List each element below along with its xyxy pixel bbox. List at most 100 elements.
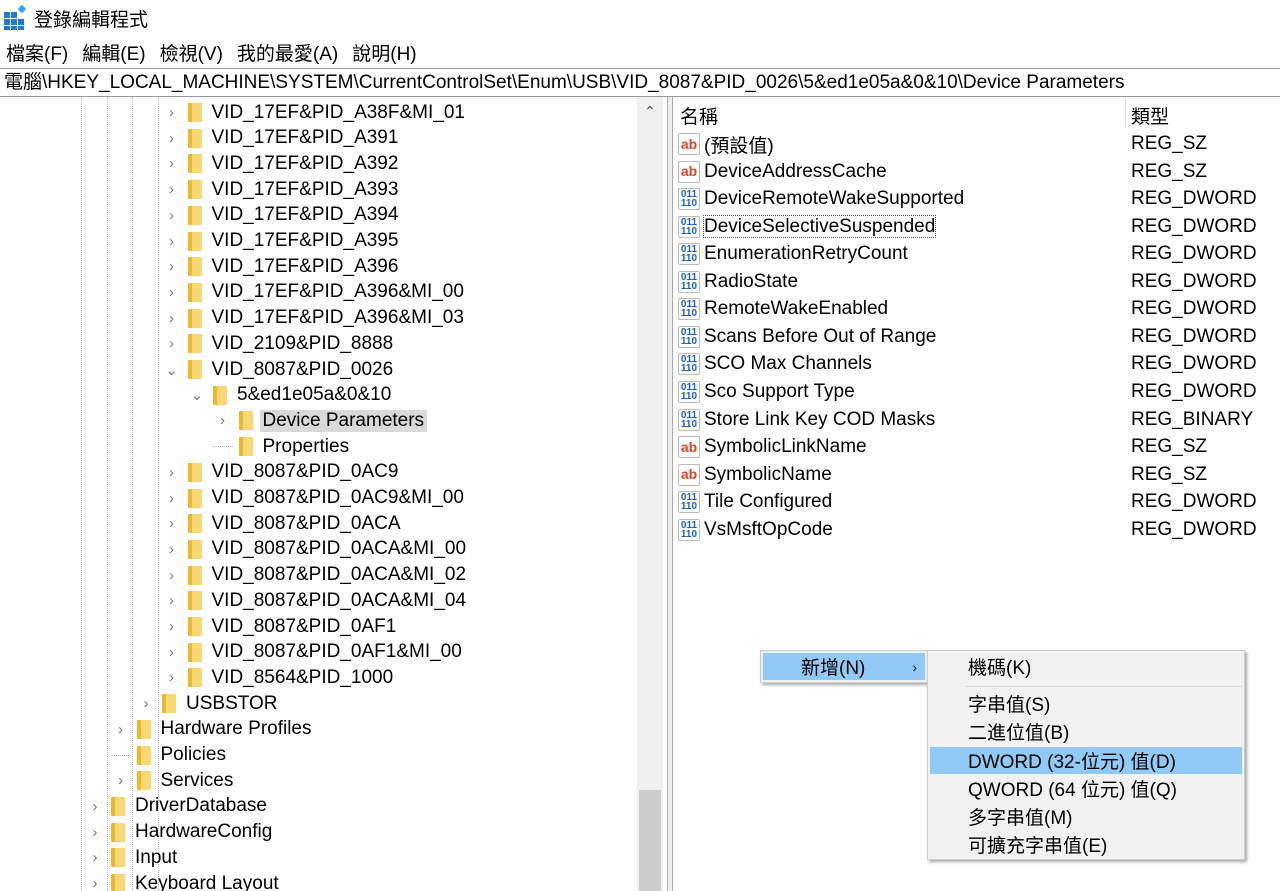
chevron-right-icon[interactable]: › (162, 155, 182, 172)
tree-item[interactable]: › VID_8087&PID_0ACA&MI_04 (162, 588, 466, 613)
tree-item[interactable]: › VID_17EF&PID_A392 (162, 151, 398, 176)
value-row[interactable]: 011 110 Scans Before Out of Range REG_DWORD (678, 324, 1278, 350)
tree-item[interactable]: › VID_8087&PID_0AF1 (162, 614, 396, 639)
tree-item[interactable]: › Device Parameters (213, 408, 428, 433)
chevron-right-icon[interactable]: › (162, 592, 182, 609)
chevron-right-icon[interactable]: › (111, 772, 131, 789)
menu-item-new[interactable]: 新增(N) › (763, 653, 925, 680)
pane-splitter[interactable] (668, 97, 673, 891)
chevron-right-icon[interactable]: › (162, 490, 182, 507)
chevron-right-icon[interactable]: › (162, 464, 182, 481)
chevron-down-icon[interactable]: ⌄ (187, 386, 207, 404)
tree-item[interactable]: › Services (111, 768, 233, 793)
value-row[interactable]: 011 110 EnumerationRetryCount REG_DWORD (678, 241, 1278, 267)
chevron-right-icon[interactable]: › (85, 875, 105, 891)
tree-item[interactable]: › VID_17EF&PID_A393 (162, 177, 398, 202)
value-name: DeviceRemoteWakeSupported (704, 188, 965, 210)
chevron-right-icon[interactable]: › (162, 310, 182, 327)
chevron-right-icon[interactable]: › (136, 695, 156, 712)
chevron-right-icon[interactable]: › (85, 798, 105, 815)
value-row[interactable]: 011 110 DeviceRemoteWakeSupported REG_DWORD (678, 186, 1278, 212)
tree-item[interactable]: ⌄ 5&ed1e05a&0&10 (187, 383, 392, 408)
chevron-right-icon[interactable]: › (162, 258, 182, 275)
submenu-item[interactable]: 字串值(S) (930, 690, 1242, 717)
tree-item[interactable]: Properties (212, 434, 349, 459)
tree-item[interactable]: › VID_8087&PID_0AF1&MI_00 (162, 640, 462, 665)
tree-item[interactable]: › VID_17EF&PID_A395 (162, 229, 398, 254)
folder-icon (136, 771, 151, 791)
value-row[interactable]: ab SymbolicLinkName REG_SZ (678, 434, 1278, 460)
tree-item[interactable]: ⌄ VID_8087&PID_0026 (162, 357, 393, 382)
menu-favorites[interactable]: 我的最愛(A) (237, 39, 338, 66)
submenu-item[interactable]: 二進位值(B) (930, 718, 1242, 745)
value-row[interactable]: 011 110 RadioState REG_DWORD (678, 269, 1278, 295)
address-bar[interactable]: 電腦\HKEY_LOCAL_MACHINE\SYSTEM\CurrentCont… (0, 68, 1280, 97)
tree-item[interactable]: › VID_17EF&PID_A394 (162, 203, 398, 228)
tree-item[interactable]: › USBSTOR (136, 691, 278, 716)
chevron-right-icon[interactable]: › (213, 412, 233, 429)
value-row[interactable]: 011 110 Store Link Key COD Masks REG_BINARY (678, 407, 1278, 433)
scrollbar-thumb[interactable] (639, 790, 661, 891)
tree-item[interactable]: › DriverDatabase (85, 794, 268, 819)
column-header-name[interactable]: 名稱 (680, 101, 718, 129)
tree-scrollbar[interactable]: ⌃ (637, 97, 663, 891)
tree-item[interactable]: › VID_17EF&PID_A396 (162, 254, 398, 279)
value-row[interactable]: ab SymbolicName REG_SZ (678, 462, 1278, 488)
submenu-item[interactable]: QWORD (64 位元) 值(Q) (930, 775, 1242, 802)
tree-item[interactable]: › VID_2109&PID_8888 (162, 331, 393, 356)
tree-item[interactable]: › Input (85, 845, 178, 870)
chevron-right-icon[interactable]: › (162, 104, 182, 121)
value-row[interactable]: 011 110 Tile Configured REG_DWORD (678, 489, 1278, 515)
column-header-type[interactable]: 類型 (1131, 101, 1169, 129)
tree-item[interactable]: › Hardware Profiles (111, 717, 312, 742)
scroll-up-icon[interactable]: ⌃ (637, 103, 663, 120)
tree-item[interactable]: › VID_8087&PID_0ACA&MI_02 (162, 563, 466, 588)
tree-item[interactable]: › VID_8087&PID_0AC9&MI_00 (162, 486, 464, 511)
tree-item[interactable]: › VID_8087&PID_0ACA&MI_00 (162, 537, 466, 562)
menu-edit[interactable]: 編輯(E) (82, 39, 145, 66)
value-row[interactable]: 011 110 Sco Support Type REG_DWORD (678, 379, 1278, 405)
chevron-right-icon[interactable]: › (162, 130, 182, 147)
chevron-right-icon[interactable]: › (85, 824, 105, 841)
tree-item[interactable]: › VID_8087&PID_0ACA (162, 511, 401, 536)
value-row[interactable]: 011 110 VsMsftOpCode REG_DWORD (678, 517, 1278, 543)
submenu-item[interactable]: 多字串值(M) (930, 803, 1242, 830)
tree-item[interactable]: › Keyboard Layout (85, 871, 279, 891)
tree-item[interactable]: › VID_17EF&PID_A391 (162, 126, 398, 151)
tree-item[interactable]: › VID_17EF&PID_A396&MI_03 (162, 306, 464, 331)
folder-icon (111, 822, 125, 842)
chevron-right-icon[interactable]: › (162, 618, 182, 635)
submenu-item[interactable]: 可擴充字串值(E) (930, 831, 1242, 858)
value-row[interactable]: 011 110 DeviceSelectiveSuspended REG_DWORD (678, 214, 1278, 240)
value-row[interactable]: 011 110 RemoteWakeEnabled REG_DWORD (678, 296, 1278, 322)
menu-file[interactable]: 檔案(F) (6, 39, 68, 66)
tree-item[interactable]: Policies (110, 743, 226, 768)
column-divider[interactable] (1125, 99, 1126, 127)
chevron-right-icon[interactable]: › (162, 541, 182, 558)
chevron-right-icon[interactable]: › (111, 721, 131, 738)
chevron-down-icon[interactable]: ⌄ (162, 361, 182, 379)
tree-item[interactable]: › VID_17EF&PID_A396&MI_00 (162, 280, 464, 305)
value-row[interactable]: 011 110 SCO Max Channels REG_DWORD (678, 351, 1278, 377)
tree-item[interactable]: › VID_17EF&PID_A38F&MI_01 (162, 100, 465, 125)
chevron-right-icon[interactable]: › (162, 207, 182, 224)
tree-item[interactable]: › VID_8564&PID_1000 (162, 665, 393, 690)
folder-icon (136, 745, 151, 765)
value-row[interactable]: ab DeviceAddressCache REG_SZ (678, 159, 1278, 185)
menu-help[interactable]: 說明(H) (352, 39, 416, 66)
submenu-item[interactable]: 機碼(K) (930, 653, 1242, 680)
chevron-right-icon[interactable]: › (85, 849, 105, 866)
chevron-right-icon[interactable]: › (162, 567, 182, 584)
chevron-right-icon[interactable]: › (162, 515, 182, 532)
chevron-right-icon[interactable]: › (162, 284, 182, 301)
chevron-right-icon[interactable]: › (162, 335, 182, 352)
tree-item[interactable]: › HardwareConfig (85, 820, 273, 845)
chevron-right-icon[interactable]: › (162, 644, 182, 661)
chevron-right-icon[interactable]: › (162, 669, 182, 686)
chevron-right-icon[interactable]: › (162, 181, 182, 198)
tree-item[interactable]: › VID_8087&PID_0AC9 (162, 460, 398, 485)
submenu-item[interactable]: DWORD (32-位元) 值(D) (930, 746, 1242, 774)
menu-view[interactable]: 檢視(V) (160, 39, 223, 66)
value-row[interactable]: ab (預設值) REG_SZ (678, 131, 1278, 157)
chevron-right-icon[interactable]: › (162, 233, 182, 250)
